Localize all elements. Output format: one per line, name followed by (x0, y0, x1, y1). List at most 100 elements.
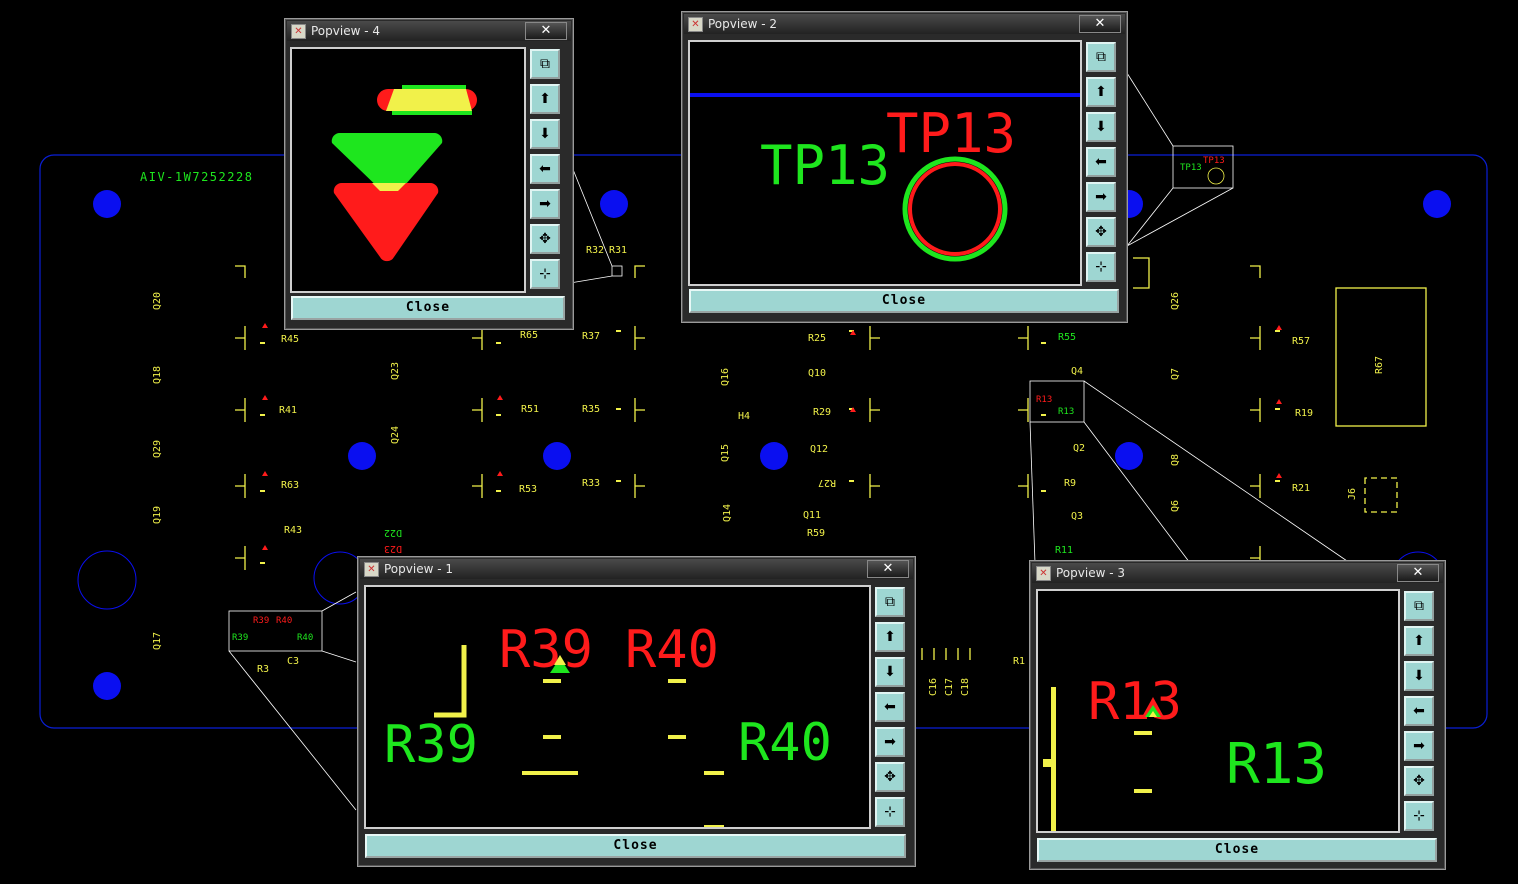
popview-3-close-button[interactable]: Close (1037, 838, 1437, 862)
label-q26: Q26 (1170, 292, 1181, 310)
label-q8: Q8 (1170, 454, 1181, 466)
popview-4-title: Popview - 4 (311, 24, 380, 38)
popview-2-titlebar[interactable]: ✕ Popview - 2 ✕ (684, 14, 1125, 34)
popview-4-close-x-button[interactable]: ✕ (525, 22, 567, 40)
pan-left-icon[interactable]: ⬅ (530, 154, 560, 184)
src-r13-red: R13 (1036, 395, 1052, 405)
red-pin-markers (262, 323, 1282, 550)
popview-2-toolbar: ⧉ ⬆ ⬇ ⬅ ➡ ✥ ⊹ (1084, 42, 1118, 287)
pan-up-icon[interactable]: ⬆ (1404, 626, 1434, 656)
popview-2-view[interactable]: TP13 TP13 (688, 40, 1082, 286)
popview-4-close-button[interactable]: Close (291, 296, 565, 320)
zoom-in-icon[interactable]: ⊹ (875, 797, 905, 827)
r13-green-label: R13 (1226, 732, 1327, 797)
label-r9: R9 (1064, 478, 1076, 489)
label-q23: Q23 (390, 362, 401, 380)
popview-3-close-x-button[interactable]: ✕ (1397, 564, 1439, 582)
pan-up-icon[interactable]: ⬆ (875, 622, 905, 652)
zoom-out-icon[interactable]: ✥ (1404, 766, 1434, 796)
zoom-window-icon[interactable]: ⧉ (1086, 42, 1116, 72)
label-r11: R11 (1055, 545, 1073, 556)
zoom-out-icon[interactable]: ✥ (875, 762, 905, 792)
src-tp13-red: TP13 (1203, 156, 1225, 166)
src-r40-red: R40 (276, 616, 292, 626)
label-r59: R59 (807, 528, 825, 539)
label-q14: Q14 (722, 504, 733, 522)
pan-right-icon[interactable]: ➡ (1404, 731, 1434, 761)
label-r29: R29 (813, 407, 831, 418)
label-q19: Q19 (152, 506, 163, 524)
label-r65: R65 (520, 330, 538, 341)
popview-3-view[interactable]: R13 R13 (1036, 589, 1400, 833)
src-tp13-green: TP13 (1180, 163, 1202, 173)
label-r43: R43 (284, 525, 302, 536)
pan-down-icon[interactable]: ⬇ (1086, 112, 1116, 142)
src-r13-green: R13 (1058, 407, 1074, 417)
popview-window-1[interactable]: ✕ Popview - 1 ✕ R39 R40 R39 R40 ⧉ ⬆ ⬇ ⬅ … (357, 556, 916, 867)
pan-up-icon[interactable]: ⬆ (1086, 77, 1116, 107)
popview-window-3[interactable]: ✕ Popview - 3 ✕ R13 R13 ⧉ ⬆ ⬇ ⬅ ➡ ✥ ⊹ Cl… (1029, 560, 1446, 870)
zoom-window-icon[interactable]: ⧉ (1404, 591, 1434, 621)
popview-1-close-x-button[interactable]: ✕ (867, 560, 909, 578)
popview-1-titlebar[interactable]: ✕ Popview - 1 ✕ (360, 559, 913, 579)
r39-red-label: R39 (499, 620, 593, 680)
zoom-out-icon[interactable]: ✥ (530, 224, 560, 254)
zoom-in-icon[interactable]: ⊹ (1086, 252, 1116, 282)
label-q16: Q16 (720, 368, 731, 386)
popview-2-title: Popview - 2 (708, 17, 777, 31)
pan-left-icon[interactable]: ⬅ (1404, 696, 1434, 726)
pan-down-icon[interactable]: ⬇ (530, 119, 560, 149)
label-r63: R63 (281, 480, 299, 491)
pan-down-icon[interactable]: ⬇ (875, 657, 905, 687)
popview-4-titlebar[interactable]: ✕ Popview - 4 ✕ (287, 21, 571, 41)
label-q24: Q24 (390, 426, 401, 444)
popview-4-view[interactable] (290, 47, 526, 293)
popview-1-close-button[interactable]: Close (365, 834, 906, 858)
label-c16: C16 (928, 678, 939, 696)
label-j6: J6 (1347, 488, 1358, 500)
pan-left-icon[interactable]: ⬅ (875, 692, 905, 722)
label-r3: R3 (257, 664, 269, 675)
label-r21: R21 (1292, 483, 1310, 494)
label-q3: Q3 (1071, 511, 1083, 522)
zoom-in-icon[interactable]: ⊹ (1404, 801, 1434, 831)
label-r32: R32 (586, 245, 604, 256)
popview-2-close-button[interactable]: Close (689, 289, 1119, 313)
label-d22: D22 (384, 527, 402, 538)
zoom-window-icon[interactable]: ⧉ (875, 587, 905, 617)
popview-1-toolbar: ⧉ ⬆ ⬇ ⬅ ➡ ✥ ⊹ (873, 587, 907, 832)
pan-left-icon[interactable]: ⬅ (1086, 147, 1116, 177)
label-r41: R41 (279, 405, 297, 416)
pan-up-icon[interactable]: ⬆ (530, 84, 560, 114)
pan-right-icon[interactable]: ➡ (530, 189, 560, 219)
popview-1-view[interactable]: R39 R40 R39 R40 (364, 585, 871, 829)
popview-window-4[interactable]: ✕ Popview - 4 ✕ ⧉ ⬆ ⬇ ⬅ ➡ ✥ ⊹ Close (284, 18, 574, 330)
r40-red-label: R40 (625, 620, 719, 680)
label-q29: Q29 (152, 440, 163, 458)
label-r51: R51 (521, 404, 539, 415)
pan-right-icon[interactable]: ➡ (1086, 182, 1116, 212)
pan-down-icon[interactable]: ⬇ (1404, 661, 1434, 691)
popview-window-2[interactable]: ✕ Popview - 2 ✕ TP13 TP13 ⧉ ⬆ ⬇ ⬅ ➡ ✥ ⊹ … (681, 11, 1128, 323)
zoom-in-icon[interactable]: ⊹ (530, 259, 560, 289)
label-q7: Q7 (1170, 368, 1181, 380)
label-r35: R35 (582, 404, 600, 415)
label-q12: Q12 (810, 444, 828, 455)
zoom-window-icon[interactable]: ⧉ (530, 49, 560, 79)
label-q2: Q2 (1073, 443, 1085, 454)
label-r19: R19 (1295, 408, 1313, 419)
label-c3: C3 (287, 656, 299, 667)
popview-3-titlebar[interactable]: ✕ Popview - 3 ✕ (1032, 563, 1443, 583)
zoom-out-icon[interactable]: ✥ (1086, 217, 1116, 247)
label-h4: H4 (738, 411, 750, 422)
label-r31: R31 (609, 245, 627, 256)
r40-green-label: R40 (738, 713, 832, 773)
label-q20: Q20 (152, 292, 163, 310)
label-r55: R55 (1058, 332, 1076, 343)
label-r25: R25 (808, 333, 826, 344)
label-r53: R53 (519, 484, 537, 495)
label-d23: D23 (384, 543, 402, 554)
pan-right-icon[interactable]: ➡ (875, 727, 905, 757)
label-q10: Q10 (808, 368, 826, 379)
popview-2-close-x-button[interactable]: ✕ (1079, 15, 1121, 33)
